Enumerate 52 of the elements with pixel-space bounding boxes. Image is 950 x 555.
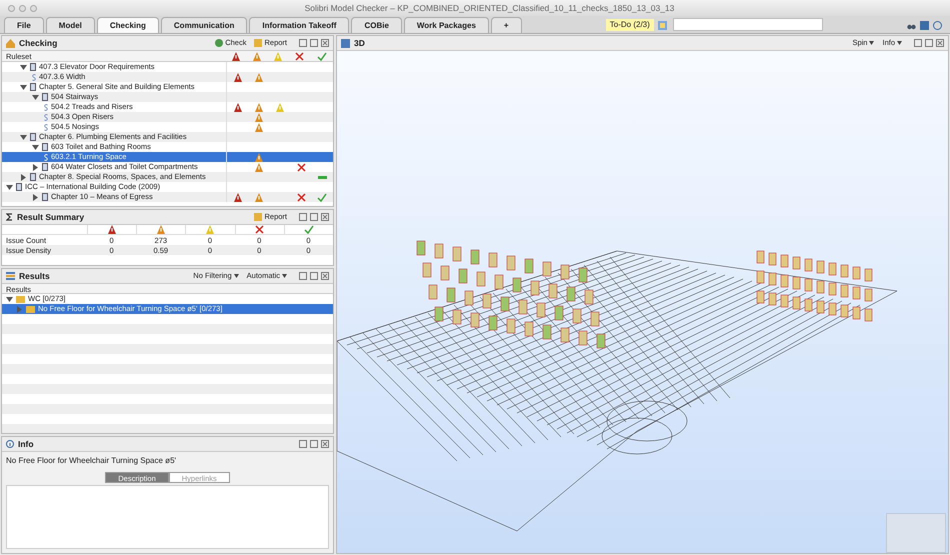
dropdown-arrow-icon (234, 274, 239, 278)
tab[interactable]: Communication (160, 17, 248, 33)
rule-icon (32, 74, 36, 80)
minimize-icon[interactable] (299, 39, 307, 47)
panel-title: Checking (19, 36, 58, 50)
close-icon[interactable] (321, 39, 329, 47)
check-icon (304, 225, 314, 234)
search-field[interactable] (672, 18, 823, 31)
panel-title: Results (19, 270, 50, 282)
panel-title: 3D (354, 36, 365, 50)
tab[interactable]: Checking (96, 17, 159, 33)
panel-title: Result Summary (17, 210, 84, 224)
check-icon (316, 52, 327, 60)
warning-icon (206, 225, 214, 234)
list-icon (6, 272, 15, 280)
dropdown-arrow-icon (869, 41, 874, 45)
maximize-icon[interactable] (925, 39, 933, 47)
close-icon[interactable] (321, 440, 329, 448)
cross-icon (294, 52, 304, 60)
house-icon (6, 38, 15, 48)
dropdown-arrow-icon (282, 274, 287, 278)
close-icon[interactable] (321, 213, 329, 221)
minimize-icon[interactable] (299, 440, 307, 448)
info-heading: No Free Floor for Wheelchair Turning Space ø5' (5, 455, 178, 467)
minimize-icon[interactable] (299, 213, 307, 221)
close-icon[interactable] (321, 272, 329, 280)
maximize-icon[interactable] (310, 213, 318, 221)
minimize-icon[interactable] (299, 272, 307, 280)
book-icon (30, 63, 36, 71)
maximize-icon[interactable] (310, 272, 318, 280)
todo-label[interactable]: To-Do (2/3) (606, 19, 654, 31)
close-icon[interactable] (936, 39, 944, 47)
warning-icon (108, 225, 116, 234)
maximize-icon[interactable] (310, 39, 318, 47)
maximize-icon[interactable] (310, 440, 318, 448)
tab[interactable]: + (490, 17, 522, 33)
tab[interactable]: Information Takeoff (249, 17, 350, 33)
tab[interactable]: COBie (351, 17, 402, 33)
tab[interactable]: Model (46, 17, 95, 33)
sigma-icon (6, 213, 13, 221)
book-icon (42, 193, 48, 201)
tab[interactable]: File (4, 17, 44, 33)
dropdown-arrow-icon (897, 41, 902, 45)
panel-title: Info (18, 438, 34, 450)
window-title: Solibri Model Checker – KP_COMBINED_ORIENTED_Classified_10_11_checks_1850_13_03_13 (304, 2, 676, 14)
minimize-icon[interactable] (914, 39, 922, 47)
rule-icon (44, 154, 48, 160)
warning-icon (157, 225, 166, 234)
tab[interactable]: Work Packages (404, 17, 489, 33)
cross-icon (255, 225, 264, 234)
help-icon[interactable] (933, 21, 942, 30)
info-icon (6, 440, 14, 448)
